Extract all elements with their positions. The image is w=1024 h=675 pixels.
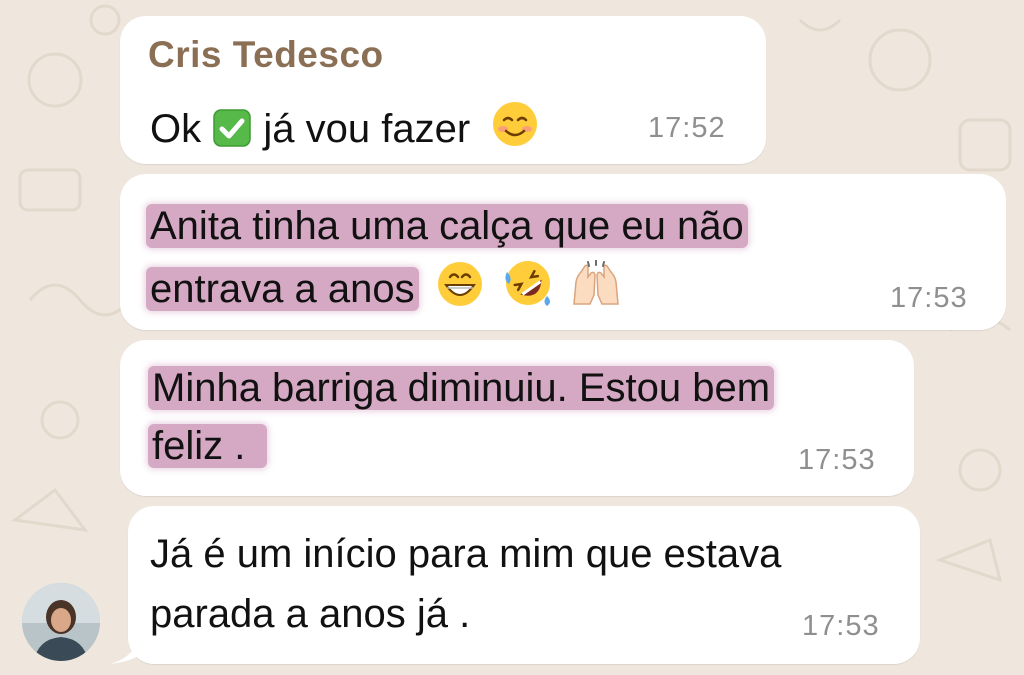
message-text-start: Ok xyxy=(150,107,202,151)
message-text-line-2: parada a anos já . xyxy=(150,592,471,636)
message-bubble-4[interactable]: Já é um início para mim que estava parad… xyxy=(128,506,920,664)
message-text-line-1: Anita tinha uma calça que eu não xyxy=(146,200,748,252)
message-text-line-1: Minha barriga diminuiu. Estou bem xyxy=(148,362,775,414)
highlighted-text: entrava a anos xyxy=(146,267,419,311)
message-timestamp: 17:53 xyxy=(802,610,880,642)
sender-name[interactable]: Cris Tedesco xyxy=(148,34,384,76)
raising-hands-icon xyxy=(568,259,624,321)
message-bubble-2[interactable]: Anita tinha uma calça que eu não entrava… xyxy=(120,174,1006,330)
avatar-photo-icon xyxy=(22,583,100,661)
message-text-line-2: entrava a anos xyxy=(146,258,624,321)
contact-avatar[interactable] xyxy=(22,583,100,661)
message-text-line-1: Já é um início para mim que estava xyxy=(150,532,782,576)
message-timestamp: 17:52 xyxy=(648,112,726,144)
message-text-end: já vou fazer xyxy=(263,107,471,151)
smiling-face-icon xyxy=(491,100,539,161)
message-text: Ok já vou fazer xyxy=(150,100,539,161)
message-bubble-1[interactable]: Cris Tedesco Ok já vou fazer 17:52 xyxy=(120,16,766,164)
message-timestamp: 17:53 xyxy=(798,444,876,476)
highlighted-text: Minha barriga diminuiu. Estou bem xyxy=(148,366,775,410)
message-bubble-3[interactable]: Minha barriga diminuiu. Estou bem feliz … xyxy=(120,340,914,496)
highlighted-text: Anita tinha uma calça que eu não xyxy=(146,204,748,248)
bubble-tail xyxy=(110,640,138,664)
check-mark-button-icon xyxy=(212,108,252,161)
grinning-face-icon xyxy=(436,260,484,321)
message-text-line-2: feliz . xyxy=(148,420,268,472)
message-timestamp: 17:53 xyxy=(890,282,968,314)
rolling-on-floor-laughing-icon xyxy=(503,258,553,321)
highlighted-text: feliz . xyxy=(148,424,268,468)
